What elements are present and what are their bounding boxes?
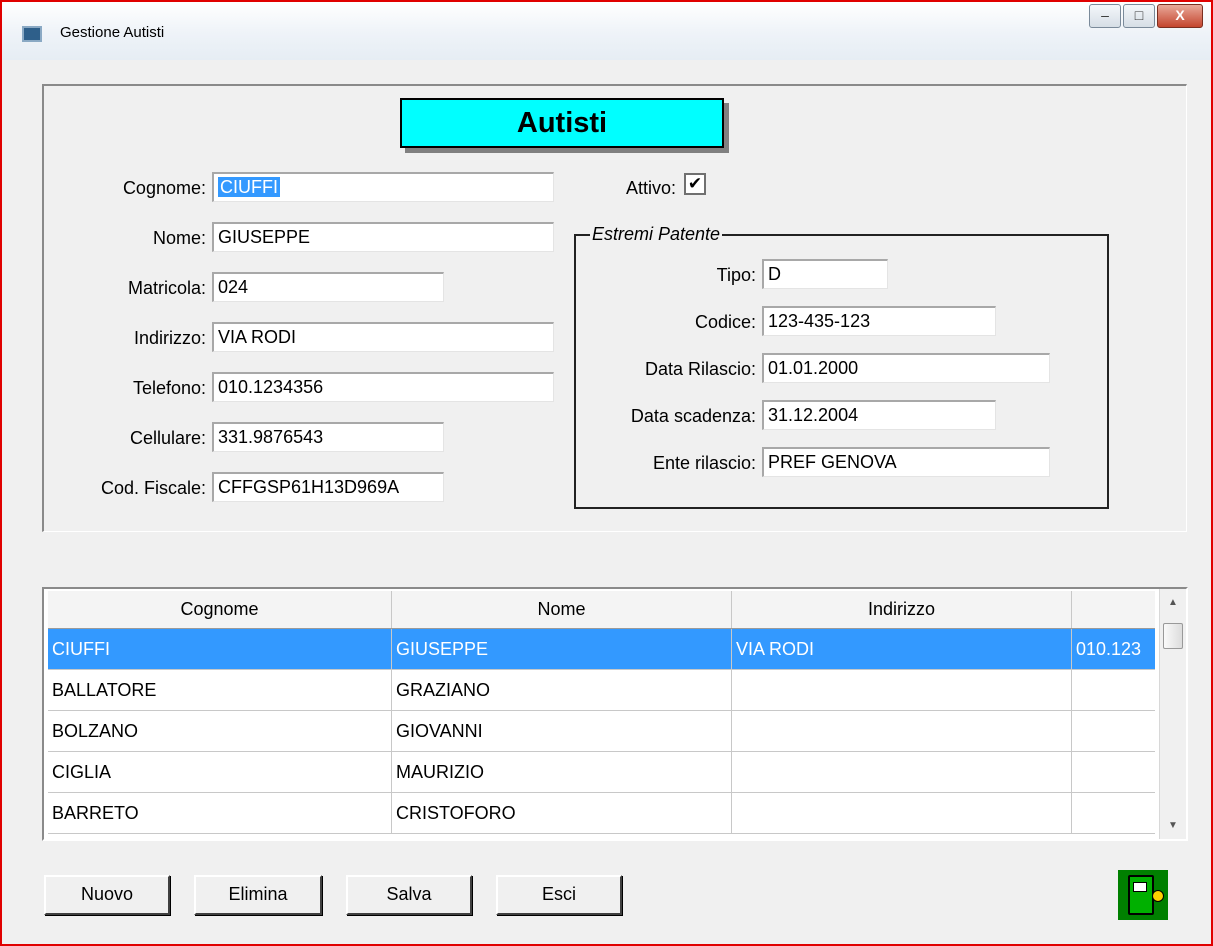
nome-label: Nome: <box>152 228 206 248</box>
table-cell <box>1072 711 1155 751</box>
cellulare-label: Cellulare: <box>129 428 206 448</box>
table-cell: CRISTOFORO <box>392 793 732 833</box>
drivers-table[interactable]: Cognome Nome Indirizzo CIUFFI GIUSEPPE V… <box>42 587 1188 841</box>
table-cell: GIOVANNI <box>392 711 732 751</box>
table-cell: BOLZANO <box>48 711 392 751</box>
title-bar[interactable]: Gestione Autisti – □ X <box>2 2 1211 60</box>
minimize-icon: – <box>1101 7 1109 23</box>
scroll-down-icon[interactable]: ▼ <box>1168 820 1178 831</box>
app-window: Gestione Autisti – □ X Autisti Cognome: … <box>0 0 1213 946</box>
table-row[interactable]: CIUFFI GIUSEPPE VIA RODI 010.123 <box>48 629 1155 670</box>
data-rilascio-field[interactable]: 01.01.2000 <box>762 353 1050 383</box>
table-cell: 010.123 <box>1076 639 1142 659</box>
address-book-icon <box>1118 870 1168 920</box>
indirizzo-label: Indirizzo: <box>133 328 206 348</box>
app-window-icon <box>22 26 42 42</box>
telefono-label: Telefono: <box>132 378 206 398</box>
matricola-field[interactable]: 024 <box>212 272 444 302</box>
cod-fiscale-field[interactable]: CFFGSP61H13D969A <box>212 472 444 502</box>
tipo-label: Tipo: <box>716 265 756 285</box>
table-cell: BALLATORE <box>48 670 392 710</box>
column-header-nome[interactable]: Nome <box>392 591 732 628</box>
table-cell: BARRETO <box>48 793 392 833</box>
window-title: Gestione Autisti <box>60 24 165 41</box>
form-heading: Autisti <box>400 98 724 148</box>
table-cell <box>732 752 1072 792</box>
close-button[interactable]: X <box>1157 4 1203 28</box>
table-cell: CIGLIA <box>48 752 392 792</box>
cod-fiscale-label: Cod. Fiscale: <box>100 478 206 498</box>
cognome-value: CIUFFI <box>218 177 280 197</box>
table-header-row: Cognome Nome Indirizzo <box>48 591 1155 629</box>
table-cell <box>1072 670 1155 710</box>
indirizzo-field[interactable]: VIA RODI <box>212 322 554 352</box>
column-header-telefono[interactable] <box>1072 591 1155 628</box>
patente-group-title: Estremi Patente <box>590 224 723 245</box>
salva-button[interactable]: Salva <box>346 875 472 915</box>
column-header-indirizzo[interactable]: Indirizzo <box>732 591 1072 628</box>
ente-rilascio-label: Ente rilascio: <box>652 453 756 473</box>
table-cell: VIA RODI <box>732 629 1072 669</box>
codice-field[interactable]: 123-435-123 <box>762 306 996 336</box>
attivo-checkbox[interactable]: ✔ <box>684 173 706 195</box>
cognome-field[interactable]: CIUFFI <box>212 172 554 202</box>
table-cell: MAURIZIO <box>392 752 732 792</box>
nome-field[interactable]: GIUSEPPE <box>212 222 554 252</box>
cognome-label: Cognome: <box>122 178 206 198</box>
column-header-cognome[interactable]: Cognome <box>48 591 392 628</box>
data-rilascio-label: Data Rilascio: <box>644 359 756 379</box>
table-row[interactable]: BALLATORE GRAZIANO <box>48 670 1155 711</box>
cellulare-field[interactable]: 331.9876543 <box>212 422 444 452</box>
esci-button[interactable]: Esci <box>496 875 622 915</box>
table-row[interactable]: BARRETO CRISTOFORO <box>48 793 1155 834</box>
maximize-button[interactable]: □ <box>1123 4 1155 28</box>
close-icon: X <box>1175 7 1185 23</box>
book-shape <box>1128 875 1154 915</box>
table-cell: CIUFFI <box>48 629 392 669</box>
data-scadenza-field[interactable]: 31.12.2004 <box>762 400 996 430</box>
table-row[interactable]: BOLZANO GIOVANNI <box>48 711 1155 752</box>
table-cell <box>1072 793 1155 833</box>
data-scadenza-label: Data scadenza: <box>630 406 756 426</box>
telefono-field[interactable]: 010.1234356 <box>212 372 554 402</box>
table-row[interactable]: CIGLIA MAURIZIO <box>48 752 1155 793</box>
nuovo-button[interactable]: Nuovo <box>44 875 170 915</box>
table-cell: GIUSEPPE <box>392 629 732 669</box>
window-controls: – □ X <box>1087 4 1203 28</box>
minimize-button[interactable]: – <box>1089 4 1121 28</box>
table-cell <box>732 670 1072 710</box>
scroll-thumb[interactable] <box>1163 623 1183 649</box>
scroll-up-icon[interactable]: ▲ <box>1168 597 1178 608</box>
table-scrollbar[interactable]: ▲ ▼ <box>1159 589 1186 839</box>
tipo-field[interactable]: D <box>762 259 888 289</box>
attivo-label: Attivo: <box>625 178 676 198</box>
ente-rilascio-field[interactable]: PREF GENOVA <box>762 447 1050 477</box>
check-icon: ✔ <box>687 174 703 193</box>
matricola-label: Matricola: <box>127 278 206 298</box>
elimina-button[interactable]: Elimina <box>194 875 322 915</box>
key-icon <box>1152 890 1164 902</box>
codice-label: Codice: <box>694 312 756 332</box>
table-cell <box>732 793 1072 833</box>
book-label <box>1133 882 1147 892</box>
table-cell: GRAZIANO <box>392 670 732 710</box>
table-cell <box>732 711 1072 751</box>
maximize-icon: □ <box>1134 7 1144 23</box>
table-cell <box>1072 752 1155 792</box>
